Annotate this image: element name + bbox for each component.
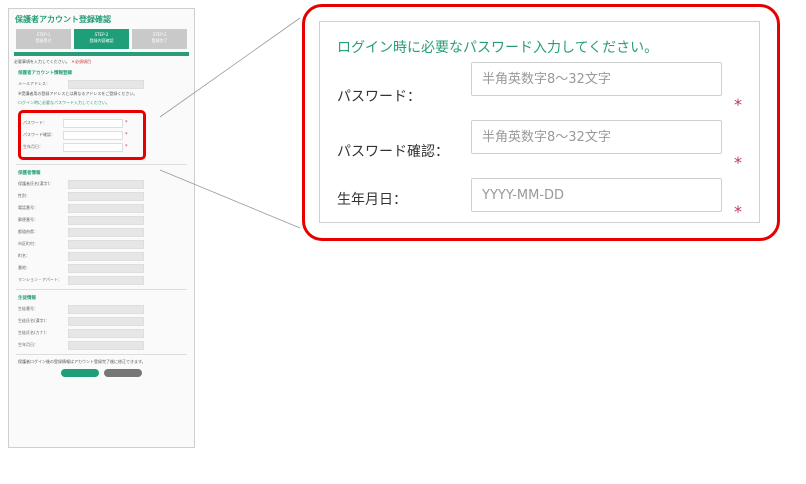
thumb-section-student: 生徒情報 [18,296,36,301]
thumb-login-note: ログイン時に必要なパスワード入力してください。 [18,100,110,105]
password-confirm-label: パスワード確認： [337,144,449,160]
thumb-guardian-field-label: 保護者氏名(漢字)： [18,181,54,186]
thumb-guardian-field-input[interactable] [68,263,144,273]
thumb-guardian-field-input[interactable] [68,275,144,285]
thumb-guardian-field-input[interactable] [68,191,144,201]
thumb-footer-note: 保護者ログイン後の登録情報はアカウント登録完了後に修正できます。 [18,359,146,364]
thumb-guardian-field-row: 性別： [18,191,189,201]
thumb-guardian-field-input[interactable] [68,227,144,237]
thumb-guardian-field-row: 都道府県： [18,227,189,237]
required-mark: * [734,153,742,172]
thumb-password-confirm-input[interactable] [63,130,123,140]
step-3: STEP-3 登録完了 [132,29,187,49]
thumb-dob-input[interactable] [63,142,123,152]
thumb-student-field-input[interactable] [68,328,144,338]
thumb-guardian-field-label: 電話番号： [18,205,38,210]
thumb-guardian-field-row: 電話番号： [18,203,189,213]
thumb-student-field-row: 生徒番号： [18,304,189,314]
thumb-page-title: 保護者アカウント登録確認 [15,15,111,24]
thumb-guardian-field-label: マンション・アパート： [18,277,62,282]
thumb-highlight-box: パスワード： * パスワード確認： * 生年月日： * [18,110,146,160]
zoom-form-panel: ログイン時に必要なパスワード入力してください。 パスワード： * パスワード確認… [319,21,760,223]
thumb-back-button[interactable] [104,369,142,377]
thumb-email-input[interactable] [68,79,144,89]
thumb-email-row: メールアドレス： [18,79,189,89]
thumb-guardian-field-input[interactable] [68,239,144,249]
thumb-student-field-label: 生徒氏名(カナ)： [18,330,50,335]
step-indicator: STEP-1 登録受付 STEP-2 登録内容確認 STEP-3 登録完了 [16,29,187,49]
form-thumbnail: 保護者アカウント登録確認 STEP-1 登録受付 STEP-2 登録内容確認 STE… [8,8,195,448]
thumb-student-field-input[interactable] [68,304,144,314]
section-bar [14,52,189,56]
required-mark: * [734,95,742,114]
divider [16,354,187,355]
thumb-guardian-field-input[interactable] [68,203,144,213]
thumb-password-confirm-row: パスワード確認： * [23,130,128,140]
thumb-guardian-field-row: 番地： [18,263,189,273]
thumb-guardian-field-row: マンション・アパート： [18,275,189,285]
thumb-guardian-field-label: 都道府県： [18,229,38,234]
thumb-guardian-field-row: 町名： [18,251,189,261]
thumb-guardian-field-input[interactable] [68,215,144,225]
dob-input[interactable] [471,178,722,212]
thumb-guardian-field-row: 郵便番号： [18,215,189,225]
thumb-guardian-field-label: 郵便番号： [18,217,38,222]
thumb-section-guardian: 保護者情報 [18,171,41,176]
divider [16,289,187,290]
thumb-register-button[interactable] [61,369,99,377]
thumb-guardian-field-label: 番地： [18,265,30,270]
thumb-guardian-field-label: 市区町村： [18,241,38,246]
step-1: STEP-1 登録受付 [16,29,71,49]
thumb-required-note: 必要事項を入力してください。 ＊必須項目 [14,59,92,64]
thumb-student-field-label: 生年月日： [18,342,38,347]
thumb-password-input[interactable] [63,118,123,128]
thumb-guardian-field-row: 保護者氏名(漢字)： [18,179,189,189]
password-label: パスワード： [337,89,421,105]
divider [16,164,187,165]
thumb-student-field-row: 生徒氏名(漢字)： [18,316,189,326]
thumb-student-field-input[interactable] [68,340,144,350]
thumb-password-row: パスワード： * [23,118,128,128]
login-instruction: ログイン時に必要なパスワード入力してください。 [337,40,659,56]
thumb-student-field-label: 生徒氏名(漢字)： [18,318,50,323]
thumb-guardian-fields: 保護者氏名(漢字)： 性別： 電話番号： 郵便番号： 都道府県： 市区町村： 町名： 番地： マ… [14,179,189,285]
thumb-guardian-field-input[interactable] [68,179,144,189]
thumb-guardian-field-row: 市区町村： [18,239,189,249]
thumb-dob-row: 生年月日： * [23,142,128,152]
thumb-guardian-field-label: 性別： [18,193,30,198]
thumb-student-field-label: 生徒番号： [18,306,38,311]
thumb-guardian-field-input[interactable] [68,251,144,261]
thumb-email-note: ※受講者用の登録アドレスとは異なるアドレスをご登録ください。 [18,91,138,96]
thumb-student-field-input[interactable] [68,316,144,326]
zoom-callout: ログイン時に必要なパスワード入力してください。 パスワード： * パスワード確認… [302,4,780,241]
thumb-student-field-row: 生徒氏名(カナ)： [18,328,189,338]
thumb-section-account: 保護者アカウント情報登録 [18,71,72,76]
password-confirm-input[interactable] [471,120,722,154]
step-2: STEP-2 登録内容確認 [74,29,129,49]
thumb-student-fields: 生徒番号： 生徒氏名(漢字)： 生徒氏名(カナ)： 生年月日： [14,304,189,350]
required-mark: * [734,202,742,221]
thumb-student-field-row: 生年月日： [18,340,189,350]
thumb-guardian-field-label: 町名： [18,253,30,258]
thumb-buttons [14,369,189,377]
dob-label: 生年月日： [337,192,407,208]
password-input[interactable] [471,62,722,96]
